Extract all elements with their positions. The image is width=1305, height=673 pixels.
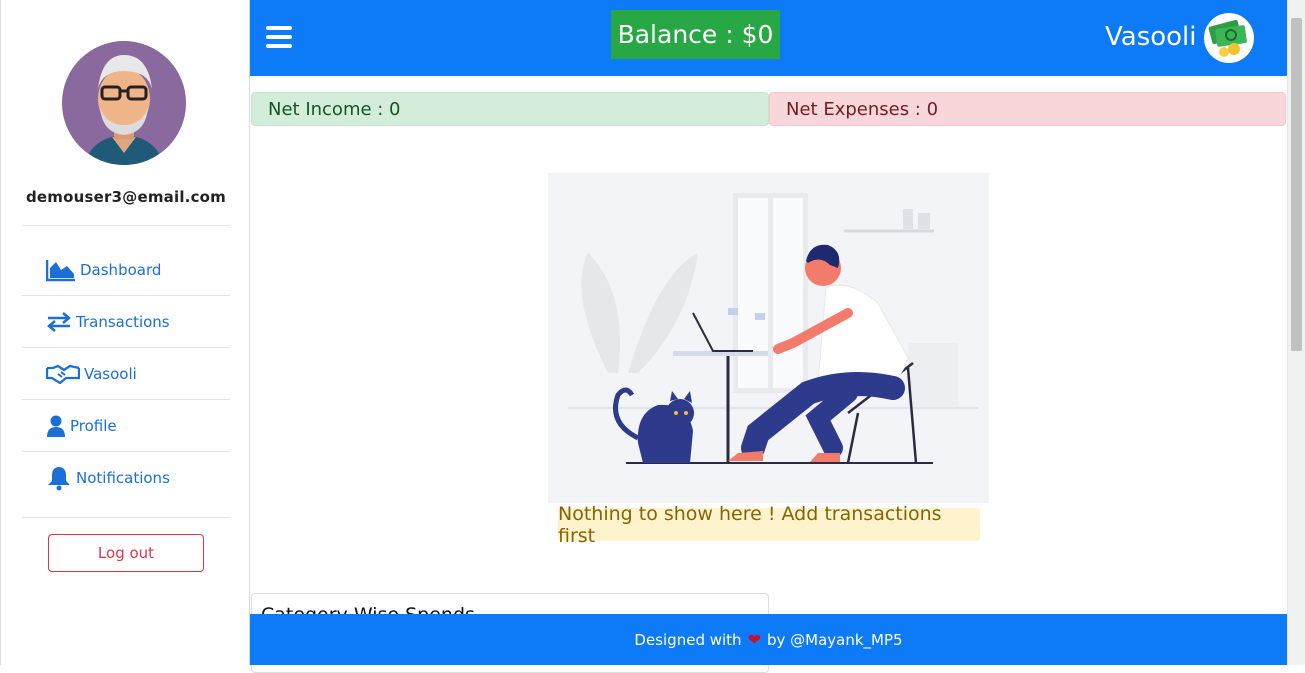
- net-income-alert: Net Income : 0: [251, 92, 769, 126]
- balance-badge: Balance : $0: [611, 10, 780, 59]
- divider: [22, 225, 230, 226]
- sidebar-item-label: Notifications: [76, 469, 170, 487]
- empty-state-illustration: [548, 173, 989, 503]
- user-icon: [46, 415, 66, 437]
- sidebar-item-label: Vasooli: [84, 364, 137, 383]
- sidebar-item-label: Profile: [70, 416, 117, 435]
- sidebar-item-vasooli[interactable]: Vasooli: [22, 348, 230, 400]
- sidebar-item-notifications[interactable]: Notifications: [22, 452, 230, 504]
- footer-prefix: Designed with: [634, 630, 742, 649]
- brand-title: Vasooli: [1105, 22, 1197, 52]
- empty-state-message: Nothing to show here ! Add transactions …: [558, 503, 980, 547]
- sidebar-item-label: Transactions: [76, 312, 170, 331]
- sidebar-item-label: Dashboard: [80, 260, 162, 279]
- sidebar-item-dashboard[interactable]: Dashboard: [22, 244, 230, 296]
- divider: [22, 517, 230, 518]
- logout-button[interactable]: Log out: [48, 534, 204, 572]
- heart-icon: ❤: [747, 630, 761, 649]
- avatar: [62, 41, 186, 165]
- page-scrollbar[interactable]: [1287, 0, 1305, 665]
- chart-area-icon: [46, 258, 76, 282]
- footer: Designed with ❤ by @Mayank_MP5: [250, 614, 1287, 665]
- footer-credit: by @Mayank_MP5: [766, 630, 903, 649]
- exchange-arrows-icon: [46, 311, 72, 332]
- money-logo-icon: [1204, 13, 1254, 63]
- scrollbar-thumb[interactable]: [1291, 18, 1302, 351]
- sidebar-item-transactions[interactable]: Transactions: [22, 296, 230, 348]
- user-email: demouser3@email.com: [26, 188, 226, 206]
- bell-icon: [46, 465, 72, 491]
- sidebar: demouser3@email.com Dashboard Transactio…: [0, 0, 250, 665]
- handshake-icon: [46, 364, 80, 384]
- sidebar-nav: Dashboard Transactions Vasooli Profile N…: [22, 244, 230, 504]
- net-expenses-alert: Net Expenses : 0: [769, 92, 1286, 126]
- top-navbar: Balance : $0 Vasooli: [250, 0, 1287, 76]
- sidebar-item-profile[interactable]: Profile: [22, 400, 230, 452]
- menu-toggle-icon[interactable]: [266, 26, 292, 48]
